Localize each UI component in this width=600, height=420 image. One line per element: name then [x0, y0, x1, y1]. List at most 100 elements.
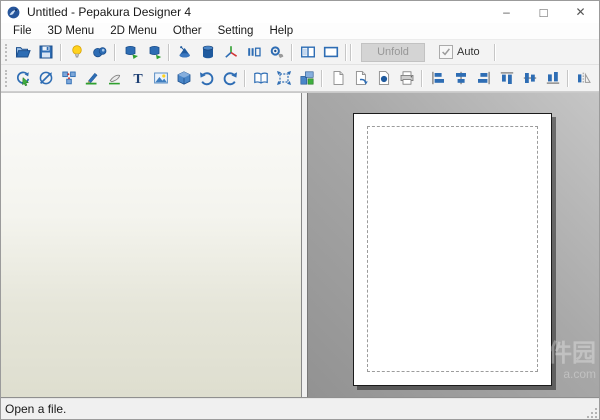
export-document-button[interactable]	[349, 68, 372, 88]
watermark-smudge	[449, 351, 539, 365]
menu-item-other[interactable]: Other	[165, 23, 210, 39]
printer-button[interactable]	[395, 68, 418, 88]
toolbar-separator	[345, 44, 347, 61]
minimize-button[interactable]: –	[488, 1, 525, 23]
flip-horizontal-right-button[interactable]	[595, 68, 600, 88]
rotate-view-left-button[interactable]	[119, 42, 142, 62]
image-tool-button[interactable]	[149, 68, 172, 88]
auto-checkbox-group: Auto	[439, 45, 480, 59]
check-icon	[441, 47, 451, 57]
align-left-button[interactable]	[426, 68, 449, 88]
menu-item-help[interactable]: Help	[261, 23, 301, 39]
viewpoint-icon	[92, 44, 108, 60]
watermark: 件园 a.com	[548, 341, 596, 381]
viewpoint-button[interactable]	[88, 42, 111, 62]
align-top-button[interactable]	[495, 68, 518, 88]
menu-item-file[interactable]: File	[5, 23, 40, 39]
edit-line-button[interactable]	[103, 68, 126, 88]
book-view-button[interactable]	[249, 68, 272, 88]
printer-icon	[399, 70, 415, 86]
draw-line-button[interactable]	[80, 68, 103, 88]
open-file-button[interactable]	[11, 42, 34, 62]
edit-line-icon	[107, 70, 123, 86]
align-bottom-button[interactable]	[541, 68, 564, 88]
toolbar-separator	[350, 44, 352, 61]
align-bottom-icon	[545, 70, 561, 86]
toolbar-separator	[244, 70, 246, 87]
save-file-icon	[38, 44, 54, 60]
menu-item-2d-menu[interactable]: 2D Menu	[102, 23, 165, 39]
fit-pattern-icon	[276, 70, 292, 86]
export-document-icon	[353, 70, 369, 86]
new-document-icon	[330, 70, 346, 86]
align-right-button[interactable]	[472, 68, 495, 88]
material-icon	[269, 44, 285, 60]
toolbar-2d: T	[1, 65, 599, 92]
single-view-button[interactable]	[319, 42, 342, 62]
light-bulb-icon	[69, 44, 85, 60]
align-middle-vertical-button[interactable]	[518, 68, 541, 88]
unfold-button[interactable]: Unfold	[361, 43, 425, 62]
rotate-view-right-button[interactable]	[142, 42, 165, 62]
align-right-icon	[476, 70, 492, 86]
new-document-button[interactable]	[326, 68, 349, 88]
align-center-horizontal-button[interactable]	[449, 68, 472, 88]
3d-view-pane[interactable]	[1, 93, 302, 397]
resize-grip-icon[interactable]	[586, 407, 598, 419]
toolbar-separator	[60, 44, 62, 61]
image-tool-icon	[153, 70, 169, 86]
status-text: Open a file.	[5, 402, 66, 416]
text-tool-button[interactable]: T	[126, 68, 149, 88]
auto-checkbox[interactable]	[439, 45, 453, 59]
cylinder-button[interactable]	[196, 42, 219, 62]
cone-button[interactable]	[173, 42, 196, 62]
align-center-horizontal-icon	[453, 70, 469, 86]
align-middle-vertical-icon	[522, 70, 538, 86]
close-button[interactable]: ✕	[562, 1, 599, 23]
toolbar-separator	[567, 70, 569, 87]
watermark-line2: a.com	[548, 368, 596, 381]
toolbar-separator	[494, 44, 496, 61]
menu-item-3d-menu[interactable]: 3D Menu	[40, 23, 103, 39]
toolbar-separator	[421, 70, 423, 87]
edit-parts-button[interactable]	[57, 68, 80, 88]
undo-button[interactable]	[195, 68, 218, 88]
toolbar-grip[interactable]	[5, 44, 7, 61]
mirror-icon	[246, 44, 262, 60]
pattern-page[interactable]	[353, 113, 552, 386]
watermark-line1: 件园	[548, 341, 596, 367]
single-view-icon	[323, 44, 339, 60]
select-rotate-button[interactable]	[11, 68, 34, 88]
open-file-icon	[15, 44, 31, 60]
maximize-button[interactable]: □	[525, 1, 562, 23]
axes-button[interactable]	[219, 42, 242, 62]
print-preview-button[interactable]	[372, 68, 395, 88]
mirror-button[interactable]	[242, 42, 265, 62]
menu-item-setting[interactable]: Setting	[210, 23, 262, 39]
book-view-icon	[253, 70, 269, 86]
svg-text:T: T	[133, 72, 143, 86]
arrange-parts-button[interactable]	[295, 68, 318, 88]
toolbar-grip[interactable]	[5, 70, 7, 87]
light-bulb-button[interactable]	[65, 42, 88, 62]
split-view-button[interactable]	[296, 42, 319, 62]
cylinder-icon	[200, 44, 216, 60]
cone-icon	[177, 44, 193, 60]
box-3d-button[interactable]	[172, 68, 195, 88]
flip-horizontal-left-button[interactable]	[572, 68, 595, 88]
lasso-select-button[interactable]	[34, 68, 57, 88]
app-logo-icon	[6, 5, 21, 20]
main-area: 件园 a.com	[1, 92, 599, 398]
fit-pattern-button[interactable]	[272, 68, 295, 88]
material-button[interactable]	[265, 42, 288, 62]
menu-bar: File3D Menu2D MenuOtherSettingHelp	[1, 23, 599, 40]
draw-line-icon	[84, 70, 100, 86]
2d-view-pane[interactable]: 件园 a.com	[308, 93, 599, 397]
toolbar-separator	[291, 44, 293, 61]
align-left-icon	[430, 70, 446, 86]
redo-button[interactable]	[218, 68, 241, 88]
save-file-button[interactable]	[34, 42, 57, 62]
title-bar: Untitled - Pepakura Designer 4 – □ ✕	[1, 1, 599, 23]
align-top-icon	[499, 70, 515, 86]
select-rotate-icon	[15, 70, 31, 86]
